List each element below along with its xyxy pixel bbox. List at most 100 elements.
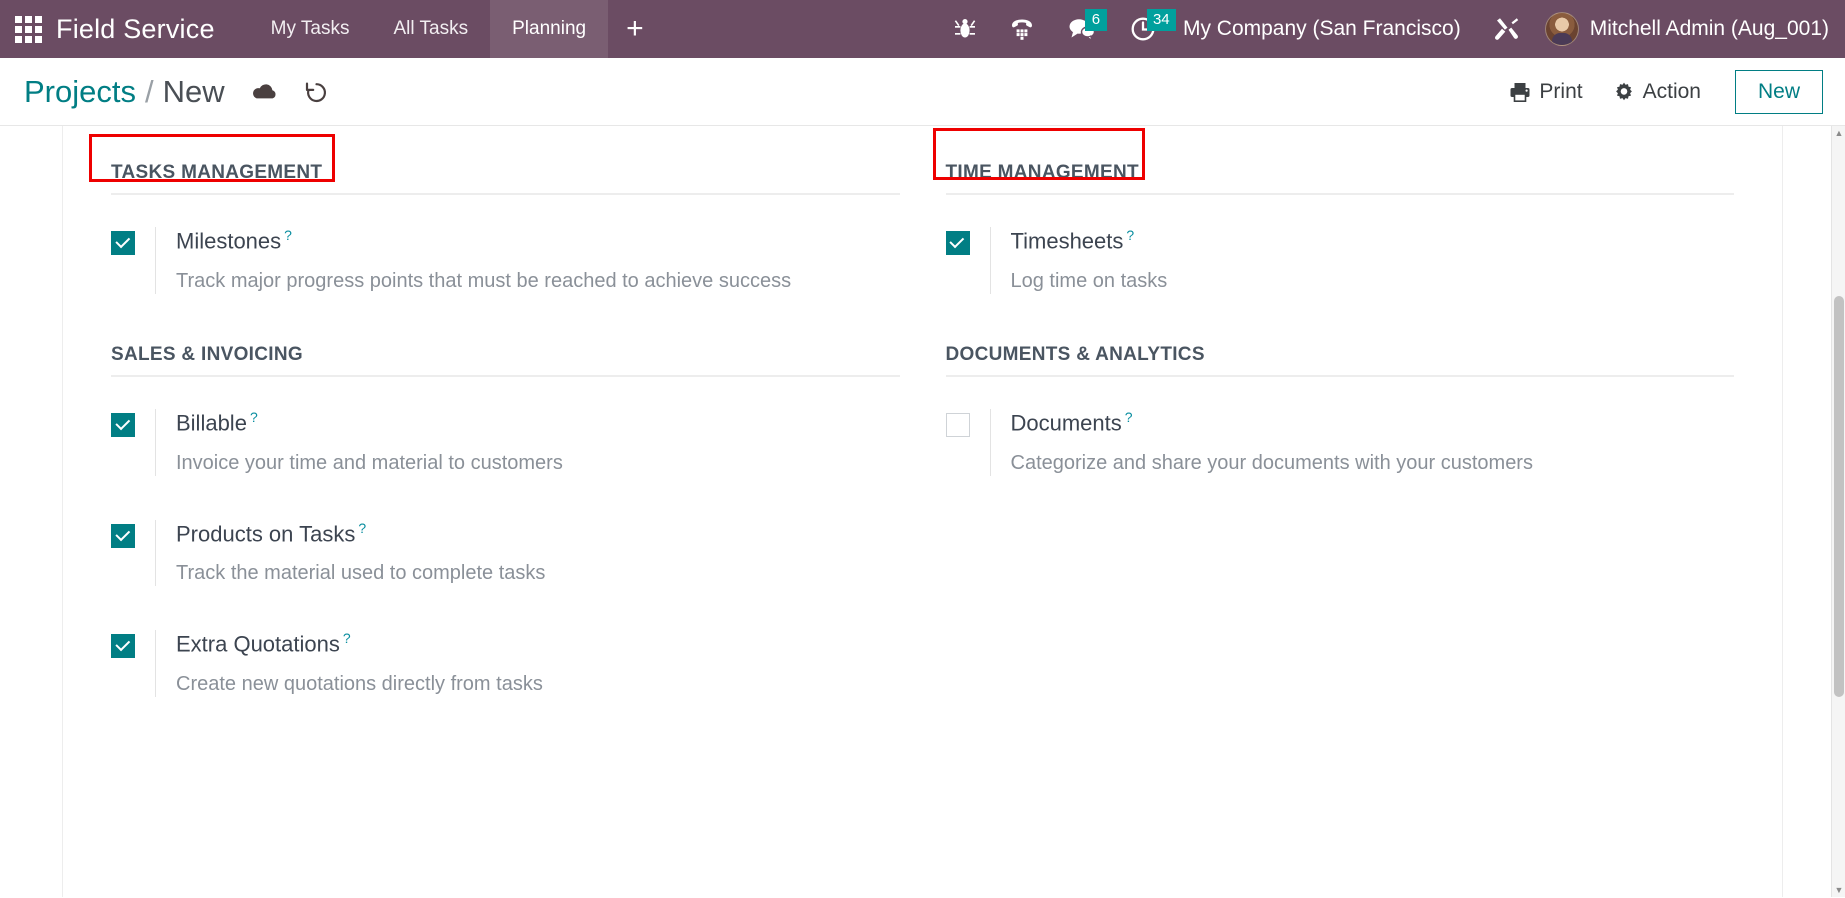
help-tooltip-icon[interactable]: ? <box>1125 409 1133 425</box>
section-header-sales-invoicing: SALES & INVOICING <box>111 344 900 377</box>
settings-grid: TASKS MANAGEMENT Milestones? Track major… <box>89 128 1735 747</box>
setting-label-text: Milestones <box>176 228 282 254</box>
checkbox-timesheets[interactable] <box>945 231 970 255</box>
setting-description-billable: Invoice your time and material to custom… <box>176 451 563 474</box>
breadcrumb-item-current: New <box>162 73 225 109</box>
setting-body: Timesheets? Log time on tasks <box>989 227 1168 294</box>
section-header-time-management: TIME MANAGEMENT <box>932 128 1734 195</box>
checkbox-cell <box>111 409 155 437</box>
scroll-up-arrow-icon[interactable]: ▲ <box>1832 126 1845 140</box>
bug-icon <box>954 19 976 38</box>
setting-label-milestones: Milestones? <box>176 227 791 255</box>
messages-button[interactable]: 6 <box>1051 0 1113 58</box>
checkbox-extra-quotations[interactable] <box>111 634 135 659</box>
app-brand-name[interactable]: Field Service <box>56 14 249 45</box>
cloud-upload-save-icon <box>252 83 276 98</box>
activities-button[interactable]: 34 <box>1113 0 1176 58</box>
scrollbar-thumb[interactable] <box>1834 295 1844 697</box>
settings-column-right: TIME MANAGEMENT Timesheets? Log time on … <box>932 128 1735 747</box>
setting-products-on-tasks: Products on Tasks? Track the material us… <box>111 519 900 587</box>
help-tooltip-icon[interactable]: ? <box>343 630 351 646</box>
activities-counter-badge: 34 <box>1146 9 1176 31</box>
settings-block-sales-invoicing: SALES & INVOICING Billable? Invoice your… <box>111 344 900 747</box>
checkbox-cell <box>945 409 990 437</box>
user-name-label: Mitchell Admin (Aug_001) <box>1589 17 1829 40</box>
tools-wrench-icon <box>1494 18 1518 40</box>
voip-dialpad-button[interactable] <box>993 0 1051 58</box>
printer-icon <box>1510 82 1530 102</box>
settings-block-time-management: TIME MANAGEMENT Timesheets? Log time on … <box>932 128 1735 344</box>
setting-body: Extra Quotations? Create new quotations … <box>155 630 543 698</box>
nav-item-my-tasks[interactable]: My Tasks <box>249 0 372 58</box>
breadcrumb-item-projects[interactable]: Projects <box>24 74 136 110</box>
checkbox-cell <box>111 227 155 255</box>
settings-sheet: TASKS MANAGEMENT Milestones? Track major… <box>62 126 1783 897</box>
print-button-label: Print <box>1539 79 1583 103</box>
setting-description-products-on-tasks: Track the material used to complete task… <box>176 562 546 585</box>
setting-body: Products on Tasks? Track the material us… <box>155 519 546 587</box>
settings-block-tasks-management: TASKS MANAGEMENT Milestones? Track major… <box>89 134 900 344</box>
nav-item-all-tasks[interactable]: All Tasks <box>372 0 491 58</box>
user-menu[interactable]: Mitchell Admin (Aug_001) <box>1537 12 1845 46</box>
setting-milestones: Milestones? Track major progress points … <box>111 227 900 294</box>
company-switcher[interactable]: My Company (San Francisco) <box>1173 17 1477 41</box>
section-header-documents-analytics: DOCUMENTS & ANALYTICS <box>945 343 1734 377</box>
setting-description-milestones: Track major progress points that must be… <box>176 269 792 292</box>
section-title: TIME MANAGEMENT <box>945 162 1139 183</box>
section-title: TASKS MANAGEMENT <box>111 162 323 183</box>
help-tooltip-icon[interactable]: ? <box>284 227 292 243</box>
breadcrumb-separator: / <box>144 73 154 109</box>
setting-body: Billable? Invoice your time and material… <box>155 408 563 476</box>
save-record-button[interactable] <box>251 81 278 103</box>
messages-counter-badge: 6 <box>1084 9 1107 31</box>
apps-grid-icon <box>14 15 42 43</box>
scroll-down-arrow-icon[interactable]: ▼ <box>1832 883 1845 897</box>
setting-label-text: Timesheets <box>1010 228 1124 254</box>
apps-menu-button[interactable] <box>0 0 56 58</box>
nav-item-planning[interactable]: Planning <box>490 0 609 58</box>
vertical-scrollbar[interactable]: ▲ ▼ <box>1831 126 1845 897</box>
gear-icon <box>1615 82 1632 100</box>
section-header-tasks-management: TASKS MANAGEMENT <box>89 134 900 195</box>
checkbox-products-on-tasks[interactable] <box>111 523 135 548</box>
discard-changes-button[interactable] <box>304 80 329 104</box>
action-button[interactable]: Action <box>1613 80 1701 104</box>
checkbox-documents[interactable] <box>945 412 970 437</box>
setting-label-extra-quotations: Extra Quotations? <box>176 630 543 658</box>
checkbox-cell <box>111 520 155 548</box>
new-record-button[interactable]: New <box>1734 69 1823 114</box>
nav-add-button[interactable]: + <box>608 14 662 44</box>
setting-label-billable: Billable? <box>176 409 563 437</box>
checkbox-cell <box>111 630 155 659</box>
setting-label-text: Products on Tasks <box>176 520 356 546</box>
setting-extra-quotations: Extra Quotations? Create new quotations … <box>111 630 900 698</box>
setting-label-text: Documents <box>1010 410 1122 436</box>
setting-description-extra-quotations: Create new quotations directly from task… <box>176 673 543 696</box>
section-title: DOCUMENTS & ANALYTICS <box>945 343 1205 365</box>
undo-discard-icon <box>305 82 326 102</box>
setting-documents: Documents? Categorize and share your doc… <box>945 408 1735 476</box>
settings-block-documents-analytics: DOCUMENTS & ANALYTICS Documents? Categor… <box>945 343 1735 526</box>
checkbox-cell <box>945 227 990 255</box>
control-panel: Projects / New Print Action New <box>0 58 1845 126</box>
developer-tools-button[interactable] <box>1477 0 1537 58</box>
section-title: SALES & INVOICING <box>111 343 303 365</box>
checkbox-billable[interactable] <box>111 412 135 437</box>
dialpad-phone-icon <box>1011 19 1032 40</box>
checkbox-milestones[interactable] <box>111 231 135 255</box>
setting-label-products-on-tasks: Products on Tasks? <box>176 520 545 548</box>
setting-label-timesheets: Timesheets? <box>1011 227 1168 255</box>
setting-label-documents: Documents? <box>1011 409 1533 437</box>
avatar <box>1544 12 1579 46</box>
help-tooltip-icon[interactable]: ? <box>1126 227 1134 243</box>
help-tooltip-icon[interactable]: ? <box>250 409 258 425</box>
setting-timesheets: Timesheets? Log time on tasks <box>945 227 1735 294</box>
print-button[interactable]: Print <box>1509 79 1583 104</box>
setting-description-timesheets: Log time on tasks <box>1010 269 1168 292</box>
settings-scroll-area: TASKS MANAGEMENT Milestones? Track major… <box>0 126 1845 897</box>
help-tooltip-icon[interactable]: ? <box>358 520 366 536</box>
action-button-label: Action <box>1642 79 1701 103</box>
setting-label-text: Extra Quotations <box>176 631 340 657</box>
setting-billable: Billable? Invoice your time and material… <box>111 408 900 476</box>
debug-bug-button[interactable] <box>937 0 993 58</box>
